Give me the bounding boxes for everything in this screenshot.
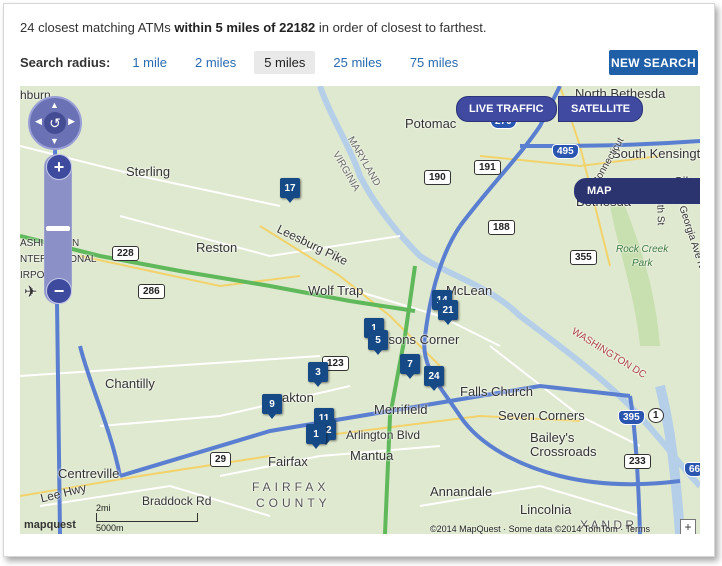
scale-miles: 2mi [96, 503, 111, 513]
radius-option-2-miles[interactable]: 2 miles [185, 51, 246, 74]
place-lincolnia: Lincolnia [520, 502, 572, 517]
search-radius-row: Search radius: 1 mile 2 miles 5 miles 25… [20, 50, 476, 74]
place-seven-corners: Seven Corners [498, 408, 585, 423]
radius-option-1-mile[interactable]: 1 mile [122, 51, 177, 74]
pan-down-icon[interactable]: ▼ [50, 136, 59, 146]
route-shield-355: 355 [570, 250, 597, 265]
place-potomac: Potomac [405, 116, 457, 131]
pan-left-icon[interactable]: ◀ [35, 116, 42, 127]
live-traffic-button[interactable]: LIVE TRAFFIC [456, 96, 557, 122]
radius-option-75-miles[interactable]: 75 miles [400, 51, 468, 74]
results-summary: 24 closest matching ATMs within 5 miles … [20, 20, 487, 35]
minor-roads [20, 145, 641, 517]
satellite-view-button[interactable]: SATELLITE [558, 96, 644, 122]
expand-map-button[interactable]: + [680, 519, 696, 534]
park-rock-creek-1: Rock Creek [616, 244, 669, 255]
atm-marker[interactable]: 3 [308, 362, 328, 387]
new-search-button[interactable]: NEW SEARCH [609, 50, 698, 75]
pan-up-icon[interactable]: ▲ [50, 100, 59, 110]
place-merrifield: Merrifield [374, 402, 428, 417]
route-shield-188: 188 [488, 220, 515, 235]
fairfax-county-label-1: FAIRFAX [252, 480, 330, 494]
map-view[interactable]: hburn Sterling Potomac North Bethesda So… [20, 86, 700, 534]
place-tysons-corner: ysons Corner [382, 332, 460, 347]
map-navigation-control: ◀ ▶ ▲ ▼ ↺ + − [24, 96, 82, 306]
place-falls-church: Falls Church [460, 384, 533, 399]
atm-marker[interactable]: 24 [424, 366, 444, 391]
place-baileys: Bailey's [530, 430, 575, 445]
atm-marker[interactable]: 7 [400, 354, 420, 379]
rock-creek-park-area [610, 206, 660, 346]
interstate-shield-495: 495 [552, 144, 579, 159]
place-crossroads: Crossroads [530, 444, 597, 459]
interstate-shield-395: 395 [618, 410, 645, 425]
atm-marker[interactable]: 9 [262, 394, 282, 419]
route-shield-286: 286 [138, 284, 165, 299]
map-type-toggle: MAP SATELLITE [558, 96, 700, 204]
park-rock-creek-2: Park [632, 258, 653, 269]
place-wolf-trap: Wolf Trap [308, 283, 364, 298]
place-annandale: Annandale [430, 484, 493, 499]
radius-option-5-miles[interactable]: 5 miles [254, 50, 316, 74]
pan-control[interactable]: ◀ ▶ ▲ ▼ ↺ [28, 96, 82, 150]
interstate-highways [53, 86, 700, 534]
route-shield-233: 233 [624, 454, 651, 469]
place-mclean: McLean [446, 283, 493, 298]
place-reston: Reston [196, 240, 238, 255]
place-centreville: Centreville [58, 466, 120, 481]
place-fairfax: Fairfax [268, 454, 308, 469]
place-arlington-blvd: Arlington Blvd [346, 428, 421, 442]
atm-marker[interactable]: 1 [306, 424, 326, 449]
recenter-icon[interactable]: ↺ [44, 112, 66, 134]
summary-bold: within 5 miles of 22182 [174, 20, 316, 35]
route-shield-190: 190 [424, 170, 451, 185]
interstate-shield-66: 66 [684, 462, 700, 477]
airport-icon: ✈ [24, 284, 38, 301]
river-south [655, 384, 685, 534]
map-copyright: ©2014 MapQuest · Some data ©2014 TomTom … [430, 524, 651, 534]
zoom-out-button[interactable]: − [46, 278, 72, 304]
search-radius-label: Search radius: [20, 54, 111, 70]
map-view-button[interactable]: MAP [574, 178, 700, 204]
mapquest-logo: mapquest [24, 519, 76, 531]
route-shield-191: 191 [474, 160, 501, 175]
scale-bar [96, 513, 198, 522]
pan-right-icon[interactable]: ▶ [68, 116, 75, 127]
atm-marker[interactable]: 5 [368, 330, 388, 355]
fairfax-county-label-2: COUNTY [256, 496, 331, 510]
radius-option-25-miles[interactable]: 25 miles [323, 51, 391, 74]
summary-suffix: in order of closest to farthest. [315, 20, 487, 35]
route-shield-228: 228 [112, 246, 139, 261]
zoom-in-button[interactable]: + [46, 154, 72, 180]
atm-marker[interactable]: 21 [438, 300, 458, 325]
scale-meters: 5000m [96, 523, 124, 533]
zoom-slider-thumb[interactable] [46, 226, 70, 231]
place-south-kensington: South Kensingto [612, 146, 700, 161]
map-scale: 2mi 5000m [96, 503, 198, 533]
place-oakton: akton [282, 390, 314, 405]
place-mantua: Mantua [350, 448, 394, 463]
route-shield-29: 29 [210, 452, 232, 467]
atm-marker[interactable]: 17 [280, 178, 300, 203]
summary-prefix: 24 closest matching ATMs [20, 20, 175, 35]
place-sterling: Sterling [126, 164, 171, 179]
us-route-shield-1: 1 [648, 408, 664, 423]
atm-results-panel: 24 closest matching ATMs within 5 miles … [3, 3, 715, 557]
place-chantilly: Chantilly [105, 376, 155, 391]
live-traffic-toggle-wrap: LIVE TRAFFIC [456, 96, 557, 122]
